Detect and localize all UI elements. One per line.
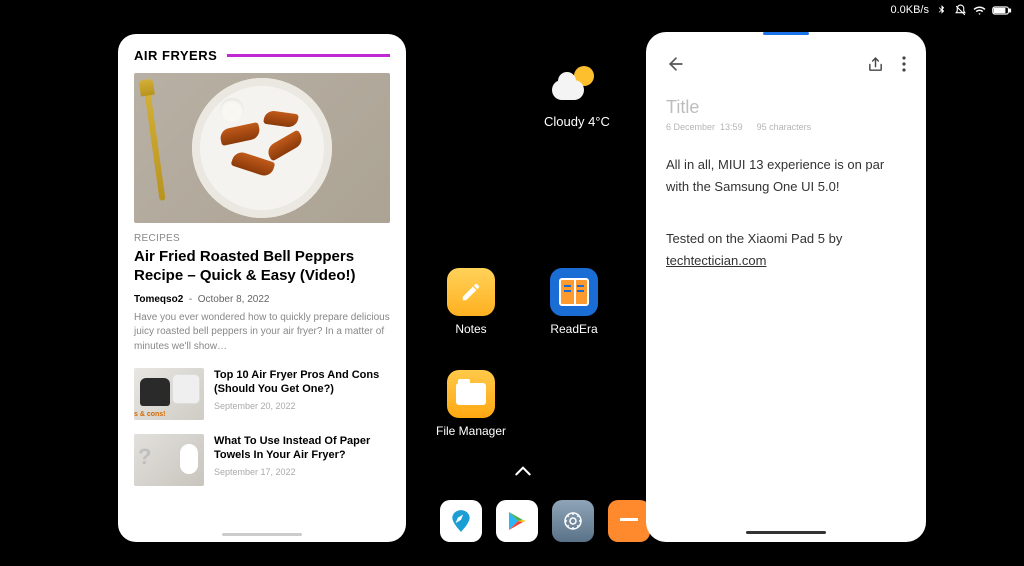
article-date: October 8, 2022 [198, 294, 270, 305]
weather-text: Cloudy 4°C [544, 114, 604, 129]
note-paragraph: Tested on the Xiaomi Pad 5 by techtectic… [666, 228, 906, 272]
note-header [666, 54, 906, 79]
status-bar: 0.0KB/s [0, 0, 1024, 20]
readera-icon [550, 268, 598, 316]
list-item[interactable]: s & cons! Top 10 Air Fryer Pros And Cons… [134, 368, 390, 420]
wifi-icon [973, 4, 986, 17]
blog-floating-window[interactable]: AIR FRYERS RECIPES Air Fried Roasted Bel… [118, 34, 406, 542]
notes-icon [447, 268, 495, 316]
app-label: ReadEra [550, 322, 597, 336]
chevron-up-icon[interactable] [513, 462, 533, 483]
article-author: Tomeqso2 [134, 294, 183, 305]
share-icon[interactable] [867, 56, 884, 78]
category-label: RECIPES [134, 233, 390, 244]
weather-widget[interactable]: Cloudy 4°C [544, 66, 604, 129]
list-title: What To Use Instead Of Paper Towels In Y… [214, 434, 390, 463]
section-title: AIR FRYERS [134, 48, 217, 63]
nav-indicator[interactable] [746, 531, 826, 534]
article-meta: Tomeqso2 - October 8, 2022 [134, 294, 390, 305]
article-title[interactable]: Air Fried Roasted Bell Peppers Recipe – … [134, 248, 390, 286]
app-label: File Manager [436, 424, 506, 438]
net-speed: 0.0KB/s [890, 4, 929, 16]
list-thumb: s & cons! [134, 368, 204, 420]
dock-app-1[interactable] [440, 500, 482, 542]
notes-floating-window[interactable]: Title 6 December 13:59 95 characters All… [646, 32, 926, 542]
dnd-icon [954, 4, 967, 17]
dock-play-store[interactable] [496, 500, 538, 542]
file-manager-icon [447, 370, 495, 418]
bluetooth-icon [935, 4, 948, 17]
list-date: September 20, 2022 [214, 401, 390, 411]
note-meta: 6 December 13:59 95 characters [666, 122, 906, 132]
featured-image[interactable] [134, 73, 390, 223]
window-handle[interactable] [763, 32, 809, 35]
app-file-manager[interactable]: File Manager [431, 370, 511, 438]
battery-icon [992, 4, 1012, 17]
note-title-input[interactable]: Title [666, 97, 906, 118]
section-divider [227, 54, 390, 57]
dock-app-4[interactable] [608, 500, 650, 542]
weather-icon [552, 66, 596, 102]
dock-settings[interactable] [552, 500, 594, 542]
section-header: AIR FRYERS [134, 48, 390, 63]
app-readera[interactable]: ReadEra [534, 268, 614, 336]
dock [440, 500, 650, 542]
app-label: Notes [455, 322, 486, 336]
list-date: September 17, 2022 [214, 467, 390, 477]
back-button[interactable] [666, 54, 686, 79]
list-thumb: ? [134, 434, 204, 486]
nav-indicator[interactable] [222, 533, 302, 536]
list-title: Top 10 Air Fryer Pros And Cons (Should Y… [214, 368, 390, 397]
article-excerpt: Have you ever wondered how to quickly pr… [134, 311, 390, 355]
note-paragraph: All in all, MIUI 13 experience is on par… [666, 154, 906, 198]
more-icon[interactable] [902, 56, 906, 77]
note-link[interactable]: techtectician.com [666, 253, 766, 268]
app-notes[interactable]: Notes [431, 268, 511, 336]
note-body[interactable]: All in all, MIUI 13 experience is on par… [666, 154, 906, 272]
list-item[interactable]: ? What To Use Instead Of Paper Towels In… [134, 434, 390, 486]
